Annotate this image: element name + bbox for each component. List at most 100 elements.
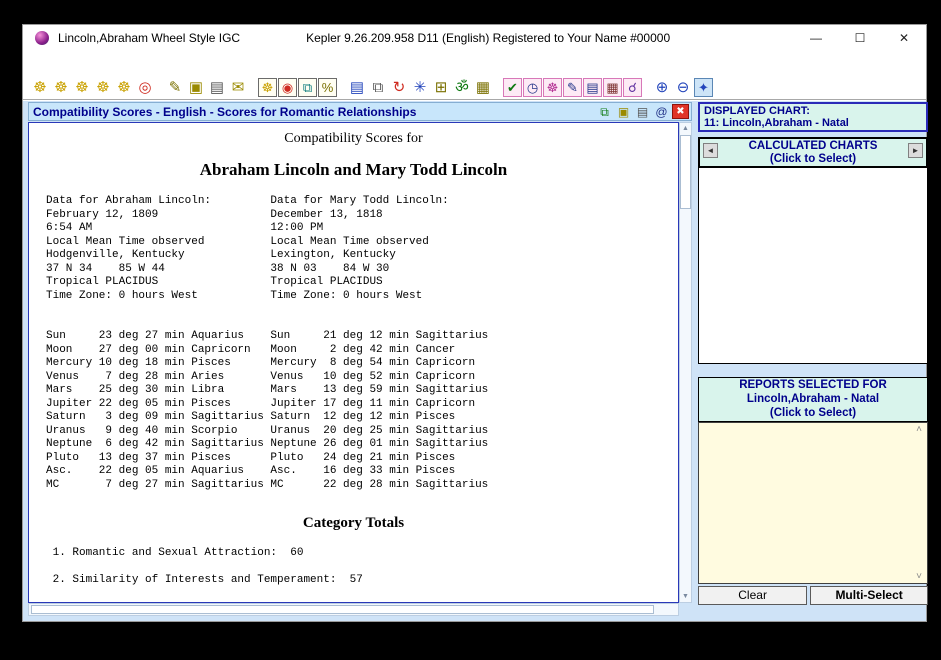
viewer-icon-glyph: @ (655, 106, 667, 118)
toolbar-icon-glyph: ☌ (628, 81, 637, 94)
toolbar-icon-glyph: ⧉ (373, 80, 384, 95)
reports-subtitle: (Click to Select) (699, 407, 927, 421)
category-totals-body: 1. Romantic and Sexual Attraction: 60 2.… (46, 547, 678, 588)
toolbar-icon-glyph: ☸ (96, 80, 109, 95)
document-title: Abraham Lincoln and Mary Todd Lincoln (29, 160, 678, 180)
clear-button[interactable]: Clear (698, 586, 807, 605)
toolbar-icon-glyph: ⧉ (303, 81, 312, 94)
zoom-out-icon[interactable]: ⊖ (673, 77, 693, 97)
reports-scroll-down-icon[interactable]: ˅ (913, 571, 925, 582)
edit-page-icon[interactable]: ✎ (563, 78, 582, 97)
y-wheel-icon[interactable]: ☸ (543, 78, 562, 97)
save-chart-icon[interactable]: ▣ (186, 77, 206, 97)
print-icon[interactable]: ▤ (634, 104, 651, 119)
viewer-toolbar: ⧉ ▣ ▤ @ ✖ (596, 104, 689, 119)
zoom-in-icon[interactable]: ⊕ (652, 77, 672, 97)
report-page-icon[interactable]: ▤ (583, 78, 602, 97)
vertical-scrollbar[interactable]: ▲ ▼ (679, 122, 692, 603)
calculated-charts-title: CALCULATED CHARTS (700, 140, 926, 153)
grid-wheel-icon[interactable]: ⊞ (431, 77, 451, 97)
wheel-slice-icon[interactable]: ☸ (114, 77, 134, 97)
toolbar-icon-glyph: ▤ (210, 80, 224, 95)
toolbar-icon-glyph: ✎ (169, 80, 182, 95)
window-title-app: Kepler 9.26.209.958 D11 (English) Regist… (306, 31, 670, 45)
toolbar-icon-glyph: ✦ (698, 81, 709, 94)
multi-select-button[interactable]: Multi-Select (810, 586, 928, 605)
app-window: Lincoln,Abraham Wheel Style IGC Kepler 9… (22, 24, 927, 622)
target-window-icon[interactable]: ◉ (278, 78, 297, 97)
calculated-charts-subtitle: (Click to Select) (700, 153, 926, 166)
toolbar-icon-glyph: ☸ (75, 80, 88, 95)
scroll-up-icon[interactable]: ▲ (682, 123, 689, 134)
calculated-charts-list (698, 168, 928, 364)
viewer-icon-glyph: ▤ (637, 106, 648, 118)
reports-scroll-up-icon[interactable]: ˄ (913, 424, 925, 435)
viewer-header: Compatibility Scores - English - Scores … (28, 102, 692, 121)
close-icon[interactable]: ✖ (672, 104, 689, 119)
document-body: Data for Abraham Lincoln: Data for Mary … (46, 195, 678, 492)
ratio-icon[interactable]: % (318, 78, 337, 97)
toolbar-icon-glyph: ☸ (54, 80, 67, 95)
wheel-window-icon[interactable]: ☸ (258, 78, 277, 97)
viewer-icon-glyph: ⧉ (600, 106, 609, 118)
copy-window-icon[interactable]: ⧉ (596, 104, 613, 119)
reports-header: REPORTS SELECTED FOR Lincoln,Abraham - N… (698, 377, 928, 422)
email-chart-icon[interactable]: ✉ (228, 77, 248, 97)
edit-note-icon[interactable]: ✎ (165, 77, 185, 97)
toolbar-icon-glyph: ◎ (138, 80, 151, 95)
toolbar-icon-glyph: ☸ (262, 81, 274, 94)
toolbar-icon-glyph: ⊖ (677, 80, 690, 95)
toolbar-icon-glyph: ✉ (232, 80, 245, 95)
menu-bar (23, 51, 926, 75)
calendar-icon[interactable]: ▦ (603, 78, 622, 97)
save-icon[interactable]: ▣ (615, 104, 632, 119)
toolbar-icon-glyph: % (322, 81, 334, 94)
toolbar-icon-glyph: ☸ (547, 81, 559, 94)
toolbar-icon-glyph: ▦ (606, 81, 618, 94)
viewer-title: Compatibility Scores - English - Scores … (33, 105, 416, 119)
document-subtitle: Compatibility Scores for (29, 131, 678, 147)
scrollbar-thumb[interactable] (680, 135, 691, 209)
toolbar-icon-glyph: ✎ (567, 81, 578, 94)
snapshot-icon[interactable]: ⧉ (298, 78, 317, 97)
reports-list: ˄ ˅ (698, 422, 928, 584)
email-at-icon[interactable]: @ (653, 104, 670, 119)
table-icon[interactable]: ▦ (473, 77, 493, 97)
horizontal-scrollbar[interactable] (28, 603, 679, 616)
report-viewer: Compatibility Scores - English - Scores … (28, 102, 692, 616)
toolbar-icon-glyph: ✳ (414, 80, 427, 95)
pages-icon[interactable]: ⧉ (368, 77, 388, 97)
title-bar: Lincoln,Abraham Wheel Style IGC Kepler 9… (23, 25, 926, 51)
charts-next-icon[interactable]: ► (908, 143, 923, 158)
wheel-chart-icon[interactable]: ☸ (51, 77, 71, 97)
scroll-down-icon[interactable]: ▼ (682, 591, 689, 602)
displayed-chart-box: DISPLAYED CHART: 11: Lincoln,Abraham - N… (698, 102, 928, 132)
viewer-icon-glyph: ✖ (676, 107, 684, 117)
toolbar: ☸ ☸ ☸ ☸ ☸ ◎ ✎ ▣ ▤ ✉ ☸ ◉ ⧉% ▤ ⧉ ↻ ✳ ⊞ ॐ ▦ ✔◷ ☸ ✎ ▤ ▦ ☌ ⊕ ⊖ ✦ (23, 75, 926, 100)
charts-prev-icon[interactable]: ◄ (703, 143, 718, 158)
scrollbar-thumb[interactable] (31, 605, 654, 614)
new-wheel-icon[interactable]: ☸ (30, 77, 50, 97)
reports-chart-name: Lincoln,Abraham - Natal (699, 393, 927, 407)
toolbar-icon-glyph: ☸ (117, 80, 130, 95)
reports-title: REPORTS SELECTED FOR (699, 379, 927, 393)
viewer-icon-glyph: ▣ (618, 106, 629, 118)
sidebar: DISPLAYED CHART: 11: Lincoln,Abraham - N… (698, 102, 928, 605)
check-icon[interactable]: ✔ (503, 78, 522, 97)
refresh-icon[interactable]: ↻ (389, 77, 409, 97)
maximize-icon[interactable]: ☐ (838, 25, 882, 51)
displayed-chart-value: 11: Lincoln,Abraham - Natal (704, 117, 922, 129)
minimize-icon[interactable]: — (794, 25, 838, 51)
clock-icon[interactable]: ◷ (523, 78, 542, 97)
open-wheel-icon[interactable]: ☸ (72, 77, 92, 97)
print-chart-icon[interactable]: ▤ (207, 77, 227, 97)
target-wheel-icon[interactable]: ◎ (135, 77, 155, 97)
find-page-icon[interactable]: ☌ (623, 78, 642, 97)
toolbar-icon-glyph: ॐ (455, 80, 469, 95)
listing-icon[interactable]: ▤ (347, 77, 367, 97)
wheel-pointer-icon[interactable]: ☸ (93, 77, 113, 97)
sparkle-icon[interactable]: ✦ (694, 78, 713, 97)
astromap-icon[interactable]: ✳ (410, 77, 430, 97)
close-icon[interactable]: ✕ (882, 25, 926, 51)
om-icon[interactable]: ॐ (452, 77, 472, 97)
